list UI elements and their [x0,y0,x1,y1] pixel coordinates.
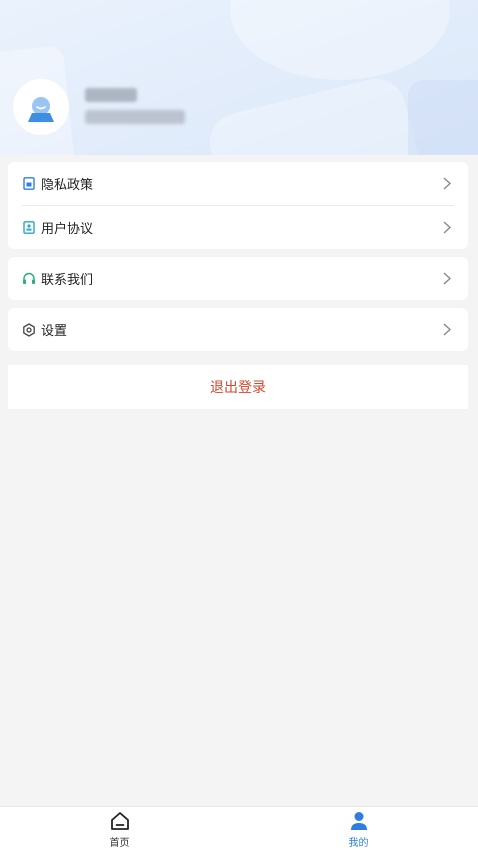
menu-card-contact: 联系我们 [8,257,468,300]
headset-icon [22,272,36,286]
menu-item-privacy[interactable]: 隐私政策 [8,162,468,205]
header-decoration [203,72,427,155]
phone-blurred [85,110,185,124]
home-icon [110,812,129,830]
header-decoration [408,80,478,155]
menu-item-contact[interactable]: 联系我们 [8,257,468,300]
avatar[interactable] [13,79,69,135]
gear-icon [22,322,36,337]
chevron-right-icon [443,221,452,234]
menu-item-settings[interactable]: 设置 [8,308,468,351]
person-icon [350,812,367,830]
tab-label: 我的 [348,838,369,849]
document-icon [22,177,36,191]
menu-card-settings: 设置 [8,308,468,351]
menu-item-label: 用户协议 [41,222,94,237]
chevron-right-icon [443,323,452,336]
username-blurred [85,88,137,102]
user-document-icon [22,221,36,235]
tab-home[interactable]: 首页 [0,807,239,850]
menu-item-label: 隐私政策 [41,178,94,193]
header-decoration [230,0,450,80]
tab-label: 首页 [109,838,130,849]
user-avatar-icon [28,97,54,122]
menu-item-label: 联系我们 [41,273,94,288]
bottom-tab-bar: 首页 我的 [0,806,478,850]
chevron-right-icon [443,177,452,190]
profile-header [0,0,478,155]
tab-mine[interactable]: 我的 [239,807,478,850]
chevron-right-icon [443,272,452,285]
menu-item-agreement[interactable]: 用户协议 [8,206,468,249]
menu-item-label: 设置 [41,324,68,339]
logout-button[interactable]: 退出登录 [8,365,468,409]
menu-card-docs: 隐私政策 用户协议 [8,162,468,249]
